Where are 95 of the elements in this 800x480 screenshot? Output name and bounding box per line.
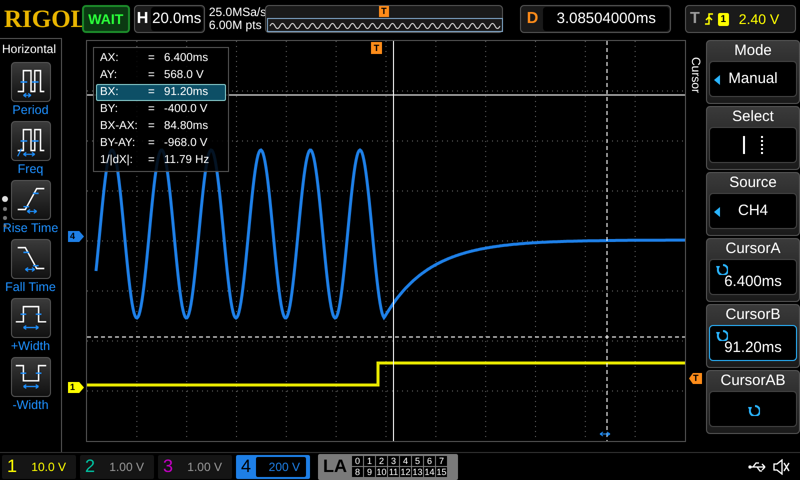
- softkey-button[interactable]: CursorA 6.400ms: [706, 238, 800, 302]
- trigger-source-badge: 1: [718, 12, 729, 26]
- readout-label: BX:: [100, 85, 120, 100]
- left-arrow-icon: [714, 207, 720, 217]
- measure-button[interactable]: Rise Time: [0, 180, 62, 237]
- readout-value: 11.79 Hz: [164, 153, 210, 168]
- softkey-button[interactable]: Select: [706, 106, 800, 170]
- digital-channel-label: 12: [400, 467, 411, 477]
- rising-edge-icon: [704, 12, 714, 26]
- trigger-display[interactable]: T 1 2.40 V: [685, 5, 796, 33]
- readout-label: BX-AX:: [100, 119, 139, 134]
- softkey-button[interactable]: CursorB 91.20ms: [706, 304, 800, 368]
- trigger-label: T: [690, 9, 700, 29]
- channel-marker[interactable]: 4: [68, 231, 84, 242]
- channel-number: 3: [162, 455, 174, 478]
- measure-button[interactable]: +Width: [0, 298, 62, 355]
- digital-channel-label: 14: [424, 467, 435, 477]
- equals-sign: =: [148, 51, 156, 66]
- readout-label: AY:: [100, 68, 118, 83]
- equals-sign: =: [148, 85, 156, 100]
- channel-scale: 1.00 V: [108, 458, 145, 476]
- digital-channel-label: 9: [364, 467, 375, 477]
- digital-channel-label: 0: [352, 456, 363, 466]
- digital-channel-label: 3: [388, 456, 399, 466]
- timebase-label: H: [136, 9, 150, 29]
- digital-channel-label: 6: [424, 456, 435, 466]
- sidebar-title: Horizontal: [1, 41, 56, 58]
- overview-wave-icon: [266, 18, 503, 32]
- rotate-knob-icon: [746, 402, 760, 416]
- delay-display[interactable]: D 3.08504000ms: [520, 5, 671, 33]
- trigger-level: 2.40 V: [738, 10, 780, 28]
- delay-label: D: [526, 9, 540, 29]
- trigger-level-marker[interactable]: T: [689, 373, 702, 384]
- run-status-indicator[interactable]: WAIT: [82, 5, 130, 33]
- measure-button[interactable]: -Width: [0, 357, 62, 414]
- measure-button[interactable]: Period: [0, 62, 62, 119]
- equals-sign: =: [148, 136, 156, 151]
- softkey-button[interactable]: Source CH4: [706, 172, 800, 236]
- digital-channel-label: 1: [364, 456, 375, 466]
- menu-title: Cursor: [688, 57, 704, 93]
- option-value: Manual: [728, 68, 778, 89]
- digital-channel-label: 11: [388, 467, 399, 477]
- memory-depth: 6.00M pts: [208, 19, 261, 32]
- timebase-display[interactable]: H 20.0ms: [134, 5, 205, 33]
- equals-sign: =: [148, 153, 156, 168]
- trigger-position-marker[interactable]: T: [371, 42, 382, 54]
- digital-channel-label: 10: [376, 467, 387, 477]
- digital-channel-label: 7: [436, 456, 447, 466]
- softkey-button[interactable]: Mode Manual: [706, 40, 800, 104]
- horizontal-position-icon: [599, 431, 611, 437]
- equals-sign: =: [148, 119, 156, 134]
- channel-button[interactable]: 2 1.00 V: [80, 454, 154, 478]
- readout-label: BY-AY:: [100, 136, 136, 151]
- readout-label: AX:: [100, 51, 120, 66]
- cursor-value: 91.20ms: [724, 338, 782, 358]
- channel-number: 2: [84, 455, 96, 478]
- channel-scale: 10.0 V: [30, 458, 67, 476]
- option-value: CH4: [738, 200, 768, 221]
- readout-value: 91.20ms: [164, 85, 208, 100]
- digital-channel-label: 2: [376, 456, 387, 466]
- logic-analyzer-button[interactable]: LA 0 1 2 3 4 5 6 7 8 9 10 11 12 13 14 15: [318, 454, 458, 480]
- channel-button[interactable]: 1 10.0 V: [2, 454, 76, 478]
- timebase-value: 20.0ms: [150, 7, 203, 31]
- measure-button[interactable]: Freq: [0, 121, 62, 178]
- rotate-knob-icon: [714, 327, 728, 341]
- usb-icon: [748, 460, 768, 472]
- channel-button[interactable]: 3 1.00 V: [158, 454, 232, 478]
- digital-channel-label: 13: [412, 467, 423, 477]
- channel-scale: 1.00 V: [186, 458, 223, 476]
- softkey-button[interactable]: CursorAB: [706, 370, 800, 434]
- equals-sign: =: [148, 68, 156, 83]
- channel-scale: 200 V: [256, 456, 306, 476]
- readout-value: 84.80ms: [164, 119, 208, 134]
- readout-value: 6.400ms: [164, 51, 208, 66]
- trigger-position-marker: T: [378, 6, 389, 17]
- measure-button[interactable]: Fall Time: [0, 239, 62, 296]
- digital-channel-label: 5: [412, 456, 423, 466]
- digital-channel-label: 4: [400, 456, 411, 466]
- readout-value: 568.0 V: [164, 68, 204, 83]
- readout-label: BY:: [100, 102, 119, 117]
- equals-sign: =: [148, 102, 156, 117]
- readout-label: 1/|dX|:: [100, 153, 134, 168]
- readout-value: -400.0 V: [164, 102, 208, 117]
- left-arrow-icon: [714, 75, 720, 85]
- channel-marker[interactable]: 1: [68, 382, 84, 393]
- channel-button[interactable]: 4 200 V: [236, 454, 310, 478]
- delay-value: 3.08504000ms: [543, 7, 669, 31]
- speaker-muted-icon: [772, 458, 790, 474]
- rotate-knob-icon: [714, 261, 728, 275]
- cursor-value: 6.400ms: [724, 272, 782, 292]
- channel-number: 4: [240, 455, 252, 478]
- digital-channel-label: 8: [352, 467, 363, 477]
- channel-number: 1: [6, 455, 18, 478]
- digital-channel-label: 15: [436, 467, 447, 477]
- readout-value: -968.0 V: [164, 136, 208, 151]
